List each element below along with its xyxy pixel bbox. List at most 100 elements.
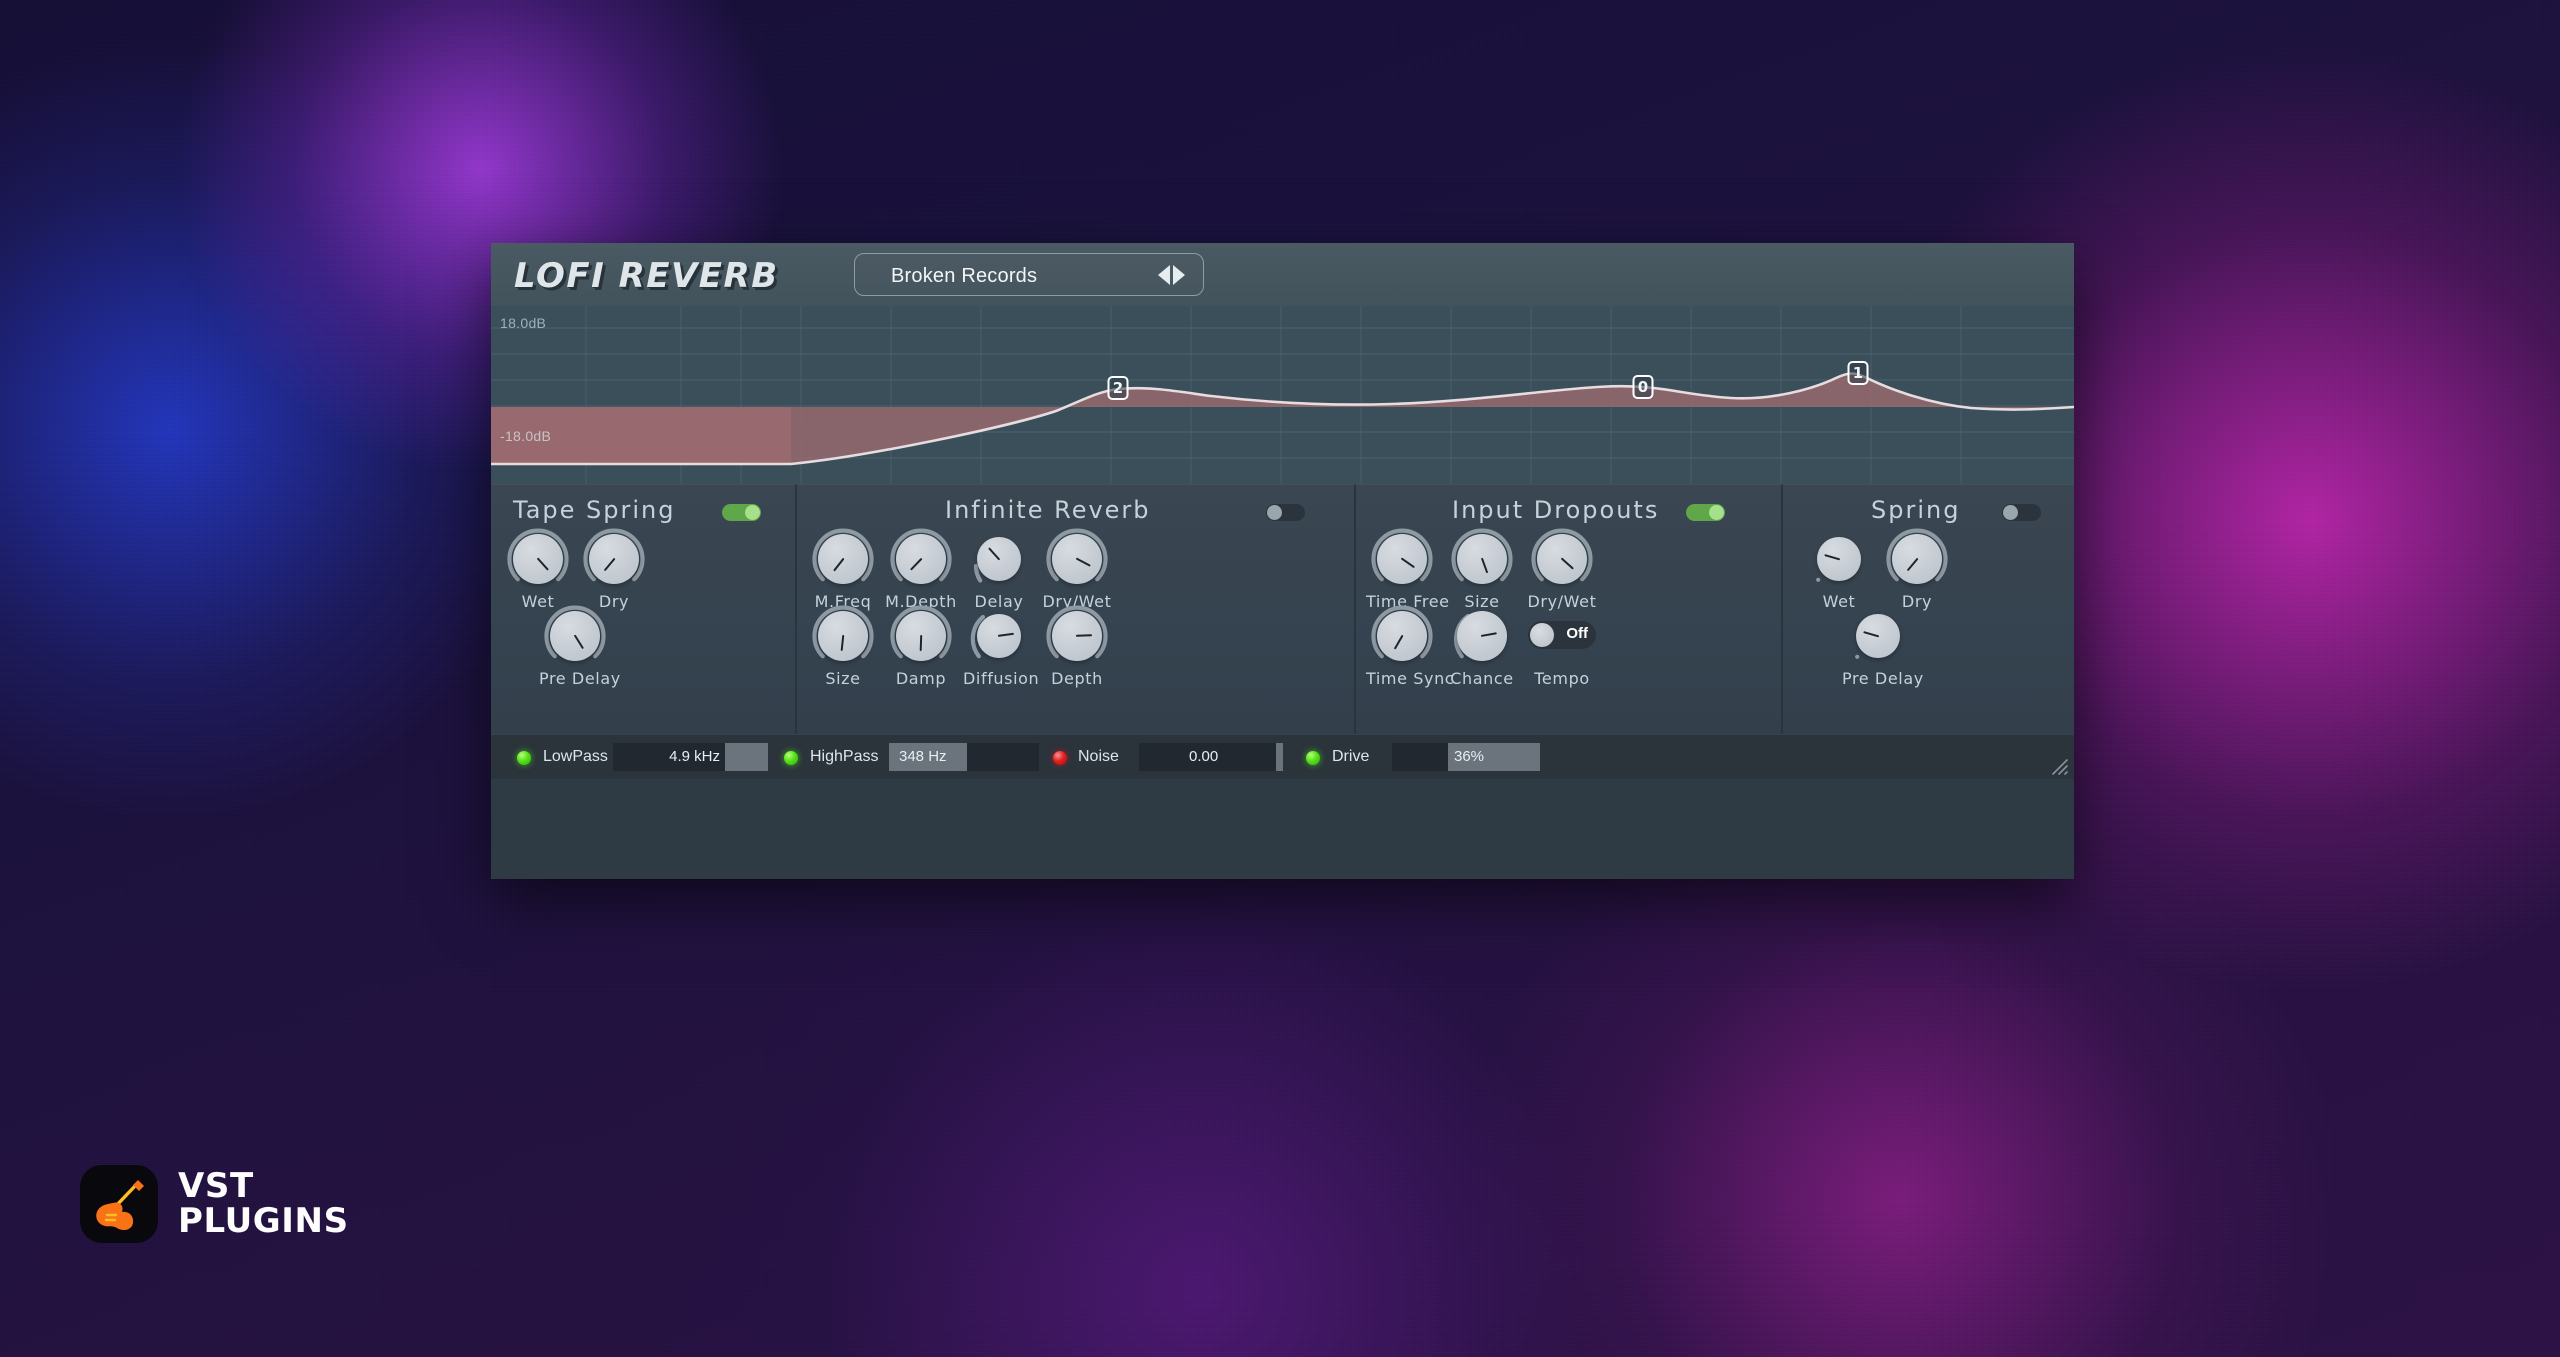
module-toggle-spring[interactable]: [2002, 504, 2041, 521]
knob-inf-delay[interactable]: Delay: [963, 530, 1035, 611]
slider-fill: [724, 743, 768, 771]
knob-spring-dry[interactable]: Dry: [1881, 528, 1953, 611]
highpass-slider[interactable]: 348 Hz: [889, 743, 1039, 771]
eq-node-0[interactable]: 0: [1632, 375, 1654, 399]
plugin-title: LOFI REVERB: [514, 256, 779, 296]
knob-drop-drywet[interactable]: Dry/Wet: [1526, 528, 1598, 611]
preset-selector[interactable]: Broken Records: [854, 253, 1204, 296]
eq-top-db-label: 18.0dB: [500, 315, 547, 331]
lowpass-value: 4.9 kHz: [669, 748, 720, 765]
module-toggle-infinite-reverb[interactable]: [1266, 504, 1305, 521]
eq-display[interactable]: 18.0dB -18.0dB 2 0 1: [491, 306, 2074, 484]
knob-label: Pre Delay: [1842, 669, 1924, 688]
toggle-knob: [2003, 505, 2018, 520]
drive-label: Drive: [1332, 748, 1370, 765]
tempo-switch-value: Off: [1566, 625, 1588, 642]
knob-dial[interactable]: [1371, 528, 1433, 588]
knob-dial[interactable]: [1886, 528, 1948, 588]
knob-dial[interactable]: [970, 607, 1028, 665]
knob-spring-pre-delay[interactable]: Pre Delay: [1842, 607, 1923, 688]
knob-inf-depth[interactable]: Depth: [1041, 605, 1113, 688]
knob-dial[interactable]: [1046, 605, 1108, 665]
knob-dial[interactable]: [970, 530, 1028, 588]
eq-node-1[interactable]: 1: [1847, 361, 1869, 385]
lowpass-label: LowPass: [543, 748, 608, 765]
knob-dial[interactable]: [1810, 530, 1868, 588]
module-input-dropouts: Input Dropouts Time Free Size Dry/Wet Ti…: [1356, 484, 1783, 734]
knob-dial[interactable]: [583, 528, 645, 588]
knob-dial[interactable]: [1453, 607, 1511, 665]
knob-dial[interactable]: [890, 605, 952, 665]
knob-label: Damp: [895, 669, 947, 688]
preset-arrows: [1158, 265, 1185, 285]
knob-label: Pre Delay: [539, 669, 621, 688]
plugin-window: LOFI REVERB Broken Records 0.00 Crush 0.…: [491, 243, 2074, 879]
noise-label: Noise: [1078, 748, 1119, 765]
knob-inf-drywet[interactable]: Dry/Wet: [1041, 528, 1113, 611]
module-spring: Spring Wet Dry Pre Delay: [1783, 484, 2074, 734]
toggle-knob: [1709, 505, 1724, 520]
watermark-line-2: PLUGINS: [178, 1201, 349, 1241]
highpass-label: HighPass: [810, 748, 879, 765]
knob-dial[interactable]: [812, 605, 874, 665]
guitar-icon: [80, 1165, 158, 1243]
knob-tape-dry[interactable]: Dry: [578, 528, 650, 611]
knob-spring-wet[interactable]: Wet: [1803, 530, 1875, 611]
highpass-led[interactable]: [784, 751, 798, 765]
knob-tape-pre-delay[interactable]: Pre Delay: [539, 605, 620, 688]
knob-drop-time-sync[interactable]: Time Sync: [1366, 605, 1454, 688]
knob-label: Diffusion: [963, 669, 1040, 688]
slider-fill: [1275, 743, 1283, 771]
highpass-value: 348 Hz: [899, 748, 947, 765]
drive-slider[interactable]: 36%: [1392, 743, 1540, 771]
knob-inf-diffusion[interactable]: Diffusion: [963, 607, 1039, 688]
watermark-line-1: VST: [178, 1166, 254, 1207]
eq-bottom-db-label: -18.0dB: [500, 428, 552, 444]
module-title-spring: Spring: [1871, 496, 1961, 524]
resize-grip-icon[interactable]: [2047, 756, 2069, 776]
knob-dial[interactable]: [1371, 605, 1433, 665]
knob-label: Dry/Wet: [1527, 592, 1597, 611]
triangle-left-icon[interactable]: [1158, 265, 1170, 285]
knob-drop-time-free[interactable]: Time Free: [1366, 528, 1449, 611]
noise-led[interactable]: [1053, 751, 1067, 765]
module-title-tape-spring: Tape Spring: [513, 496, 676, 524]
knob-dial[interactable]: [544, 605, 606, 665]
knob-dial[interactable]: [890, 528, 952, 588]
triangle-right-icon[interactable]: [1173, 265, 1185, 285]
lowpass-led[interactable]: [517, 751, 531, 765]
plugin-header: LOFI REVERB Broken Records 0.00 Crush 0.…: [491, 243, 2074, 306]
knob-dial[interactable]: [1451, 528, 1513, 588]
eq-node-2[interactable]: 2: [1107, 376, 1129, 400]
knob-dial[interactable]: [1046, 528, 1108, 588]
watermark-text: VST PLUGINS: [178, 1169, 349, 1238]
modules-row: Tape Spring Wet Dry Pre Delay Infinite R…: [491, 484, 2074, 734]
knob-label: Chance: [1450, 669, 1514, 688]
knob-dial[interactable]: [812, 528, 874, 588]
bottom-filter-bar: LowPass 4.9 kHz HighPass 348 Hz Noise 0.…: [491, 734, 2074, 779]
noise-value: 0.00: [1189, 748, 1219, 765]
module-title-input-dropouts: Input Dropouts: [1452, 496, 1660, 524]
knob-inf-mfreq[interactable]: M.Freq: [807, 528, 879, 611]
lowpass-slider[interactable]: 4.9 kHz: [613, 743, 768, 771]
knob-label: Depth: [1051, 669, 1103, 688]
tempo-switch[interactable]: Off: [1528, 621, 1596, 649]
module-title-infinite-reverb: Infinite Reverb: [945, 496, 1151, 524]
tempo-label: Tempo: [1534, 669, 1590, 688]
preset-name: Broken Records: [891, 265, 1038, 287]
knob-drop-size[interactable]: Size: [1446, 528, 1518, 611]
knob-dial[interactable]: [1531, 528, 1593, 588]
module-toggle-tape-spring[interactable]: [722, 504, 761, 521]
drive-led[interactable]: [1306, 751, 1320, 765]
knob-inf-size[interactable]: Size: [807, 605, 879, 688]
knob-dial[interactable]: [507, 528, 569, 588]
drive-value: 36%: [1454, 748, 1485, 765]
knob-inf-damp[interactable]: Damp: [885, 605, 957, 688]
knob-tape-wet[interactable]: Wet: [502, 528, 574, 611]
noise-slider[interactable]: 0.00: [1139, 743, 1283, 771]
module-toggle-input-dropouts[interactable]: [1686, 504, 1725, 521]
knob-inf-mdepth[interactable]: M.Depth: [885, 528, 957, 611]
toggle-knob: [1267, 505, 1282, 520]
knob-drop-chance[interactable]: Chance: [1446, 607, 1518, 688]
knob-dial[interactable]: [1849, 607, 1907, 665]
